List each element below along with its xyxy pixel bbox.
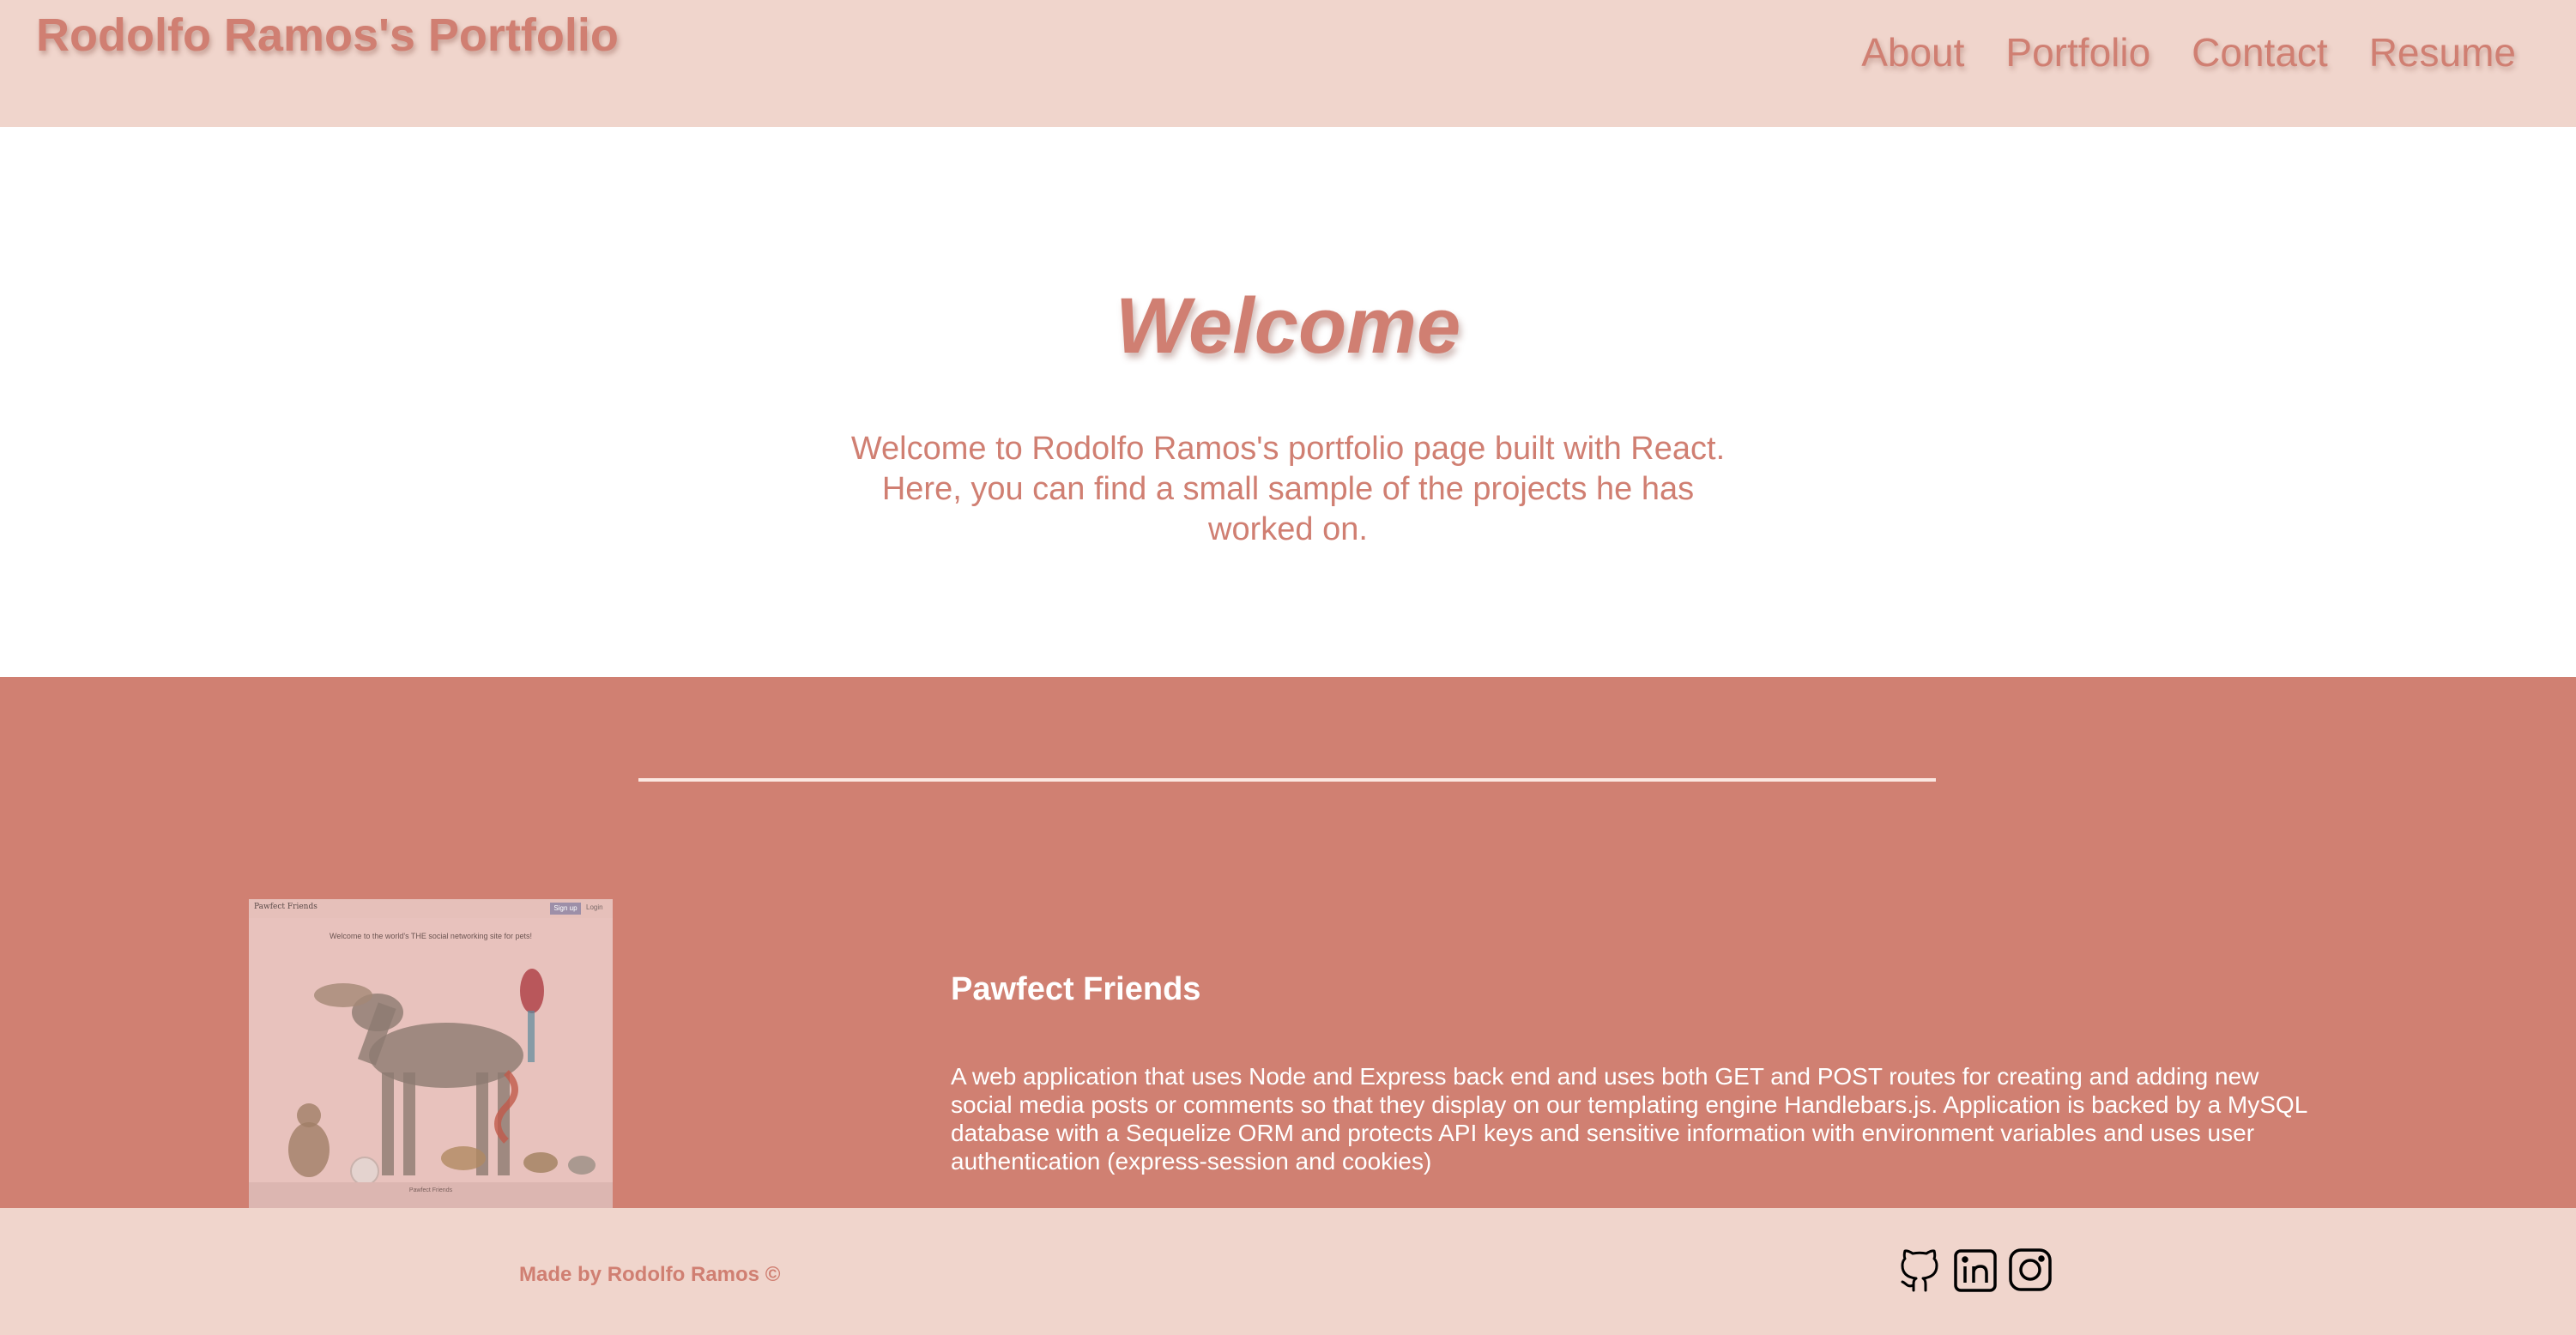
section-divider xyxy=(638,778,1936,782)
screenshot-navbar: Pawfect Friends Sign up Login xyxy=(249,899,613,918)
site-footer: Made by Rodolfo Ramos © xyxy=(0,1208,2576,1335)
screenshot-footer: Pawfect Friends xyxy=(249,1182,613,1209)
site-title[interactable]: Rodolfo Ramos's Portfolio xyxy=(36,9,619,62)
footer-credit: Made by Rodolfo Ramos © xyxy=(519,1263,781,1286)
pets-illustration xyxy=(288,969,596,1184)
instagram-icon[interactable] xyxy=(2006,1244,2054,1296)
portfolio-section: Pawfect Friends Sign up Login Welcome to… xyxy=(0,677,2576,1209)
project-screenshot[interactable]: Pawfect Friends Sign up Login Welcome to… xyxy=(249,899,613,1209)
welcome-text: Welcome to Rodolfo Ramos's portfolio pag… xyxy=(850,431,1726,547)
project-title[interactable]: Pawfect Friends xyxy=(951,971,1200,1008)
screenshot-login-link: Login xyxy=(586,903,603,911)
nav-about[interactable]: About xyxy=(1861,29,1964,76)
nav-contact[interactable]: Contact xyxy=(2192,29,2328,76)
nav-resume[interactable]: Resume xyxy=(2369,29,2516,76)
nav-portfolio[interactable]: Portfolio xyxy=(2005,29,2150,76)
project-description: A web application that uses Node and Exp… xyxy=(951,1063,2307,1175)
linkedin-icon[interactable] xyxy=(1951,1244,1999,1296)
social-links xyxy=(1896,1244,2054,1296)
screenshot-signup-button: Sign up xyxy=(550,903,581,915)
site-header: Rodolfo Ramos's Portfolio About Portfoli… xyxy=(0,0,2576,127)
main-nav: About Portfolio Contact Resume xyxy=(1861,29,2516,76)
screenshot-logo: Pawfect Friends xyxy=(254,903,317,911)
screenshot-caption: Welcome to the world's THE social networ… xyxy=(330,932,532,940)
github-icon[interactable] xyxy=(1896,1244,1944,1296)
welcome-section: Welcome Welcome to Rodolfo Ramos's portf… xyxy=(0,127,2576,677)
welcome-title: Welcome xyxy=(1115,282,1461,370)
screenshot-footer-text: Pawfect Friends xyxy=(408,1187,453,1193)
